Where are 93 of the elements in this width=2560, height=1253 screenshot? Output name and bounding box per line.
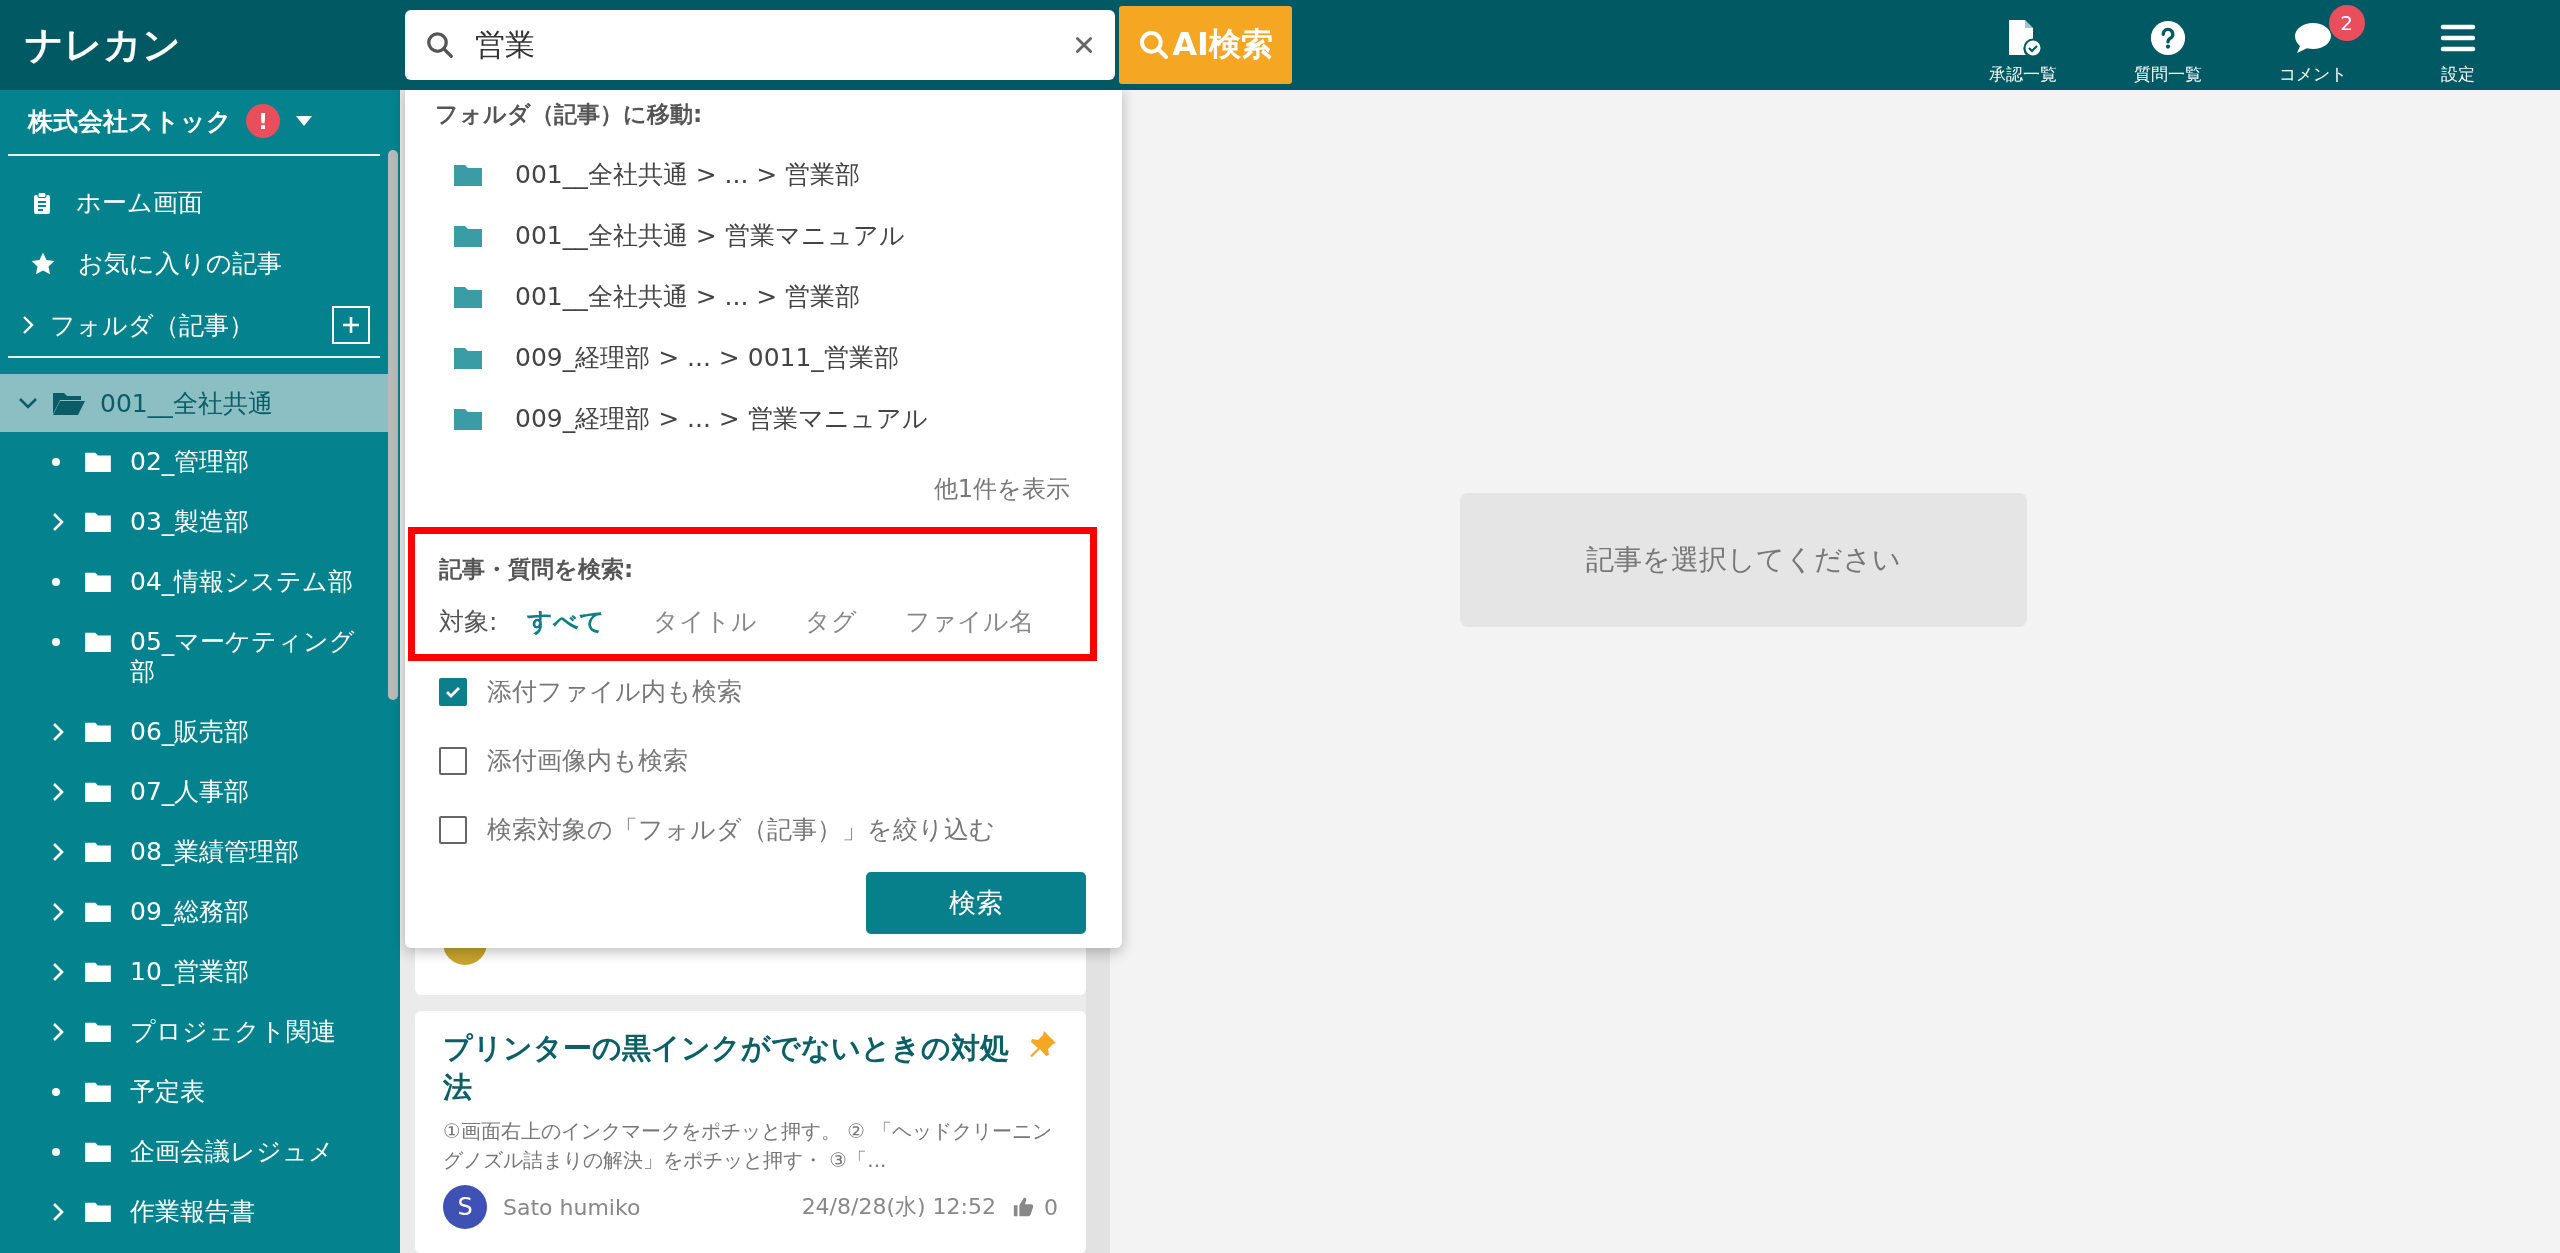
folder-result[interactable]: 009_経理部 > ... > 0011_営業部 bbox=[405, 327, 1122, 388]
folder-tree-item[interactable]: 予定表 bbox=[0, 1062, 388, 1122]
header-action[interactable]: 2 コメント bbox=[2240, 4, 2385, 86]
chevron-icon[interactable] bbox=[52, 842, 64, 862]
folder-tree-item[interactable]: 10_営業部 bbox=[0, 942, 388, 1002]
target-tab[interactable]: タイトル bbox=[653, 605, 758, 638]
folder-tree-item[interactable]: 04_情報システム部 bbox=[0, 552, 388, 612]
folder-icon bbox=[84, 721, 112, 743]
folder-icon bbox=[84, 631, 112, 653]
article-date: 24/8/28(水) 12:52 bbox=[801, 1193, 996, 1222]
target-tab[interactable]: すべて bbox=[527, 605, 606, 638]
chevron-icon[interactable] bbox=[52, 782, 64, 802]
chevron-icon[interactable] bbox=[52, 1202, 64, 1222]
folder-tree-item[interactable]: 08_業績管理部 bbox=[0, 822, 388, 882]
thumbs-up-icon[interactable] bbox=[1012, 1196, 1034, 1219]
search-button[interactable]: 検索 bbox=[866, 872, 1086, 934]
chevron-icon[interactable] bbox=[52, 902, 64, 922]
clear-icon[interactable] bbox=[1073, 34, 1095, 56]
folder-tree-item[interactable]: 06_販売部 bbox=[0, 702, 388, 762]
folder-icon bbox=[84, 571, 112, 593]
header-action[interactable]: 設定 bbox=[2385, 4, 2530, 86]
folder-tree-item[interactable]: 05_マーケティング部 bbox=[0, 612, 388, 702]
app-logo[interactable]: ナレカン bbox=[25, 22, 181, 67]
menu-icon bbox=[2439, 22, 2476, 53]
notification-badge: 2 bbox=[2328, 4, 2365, 41]
checkbox[interactable] bbox=[439, 815, 467, 844]
chevron-icon[interactable] bbox=[18, 396, 38, 410]
folder-icon bbox=[84, 781, 112, 803]
checkbox-label[interactable]: 検索対象の「フォルダ（記事）」を絞り込む bbox=[487, 813, 995, 846]
article-excerpt: ①画面右上のインクマークをポチッと押す。 ② 「ヘッドクリーニングノズル詰まりの解決」をポチッと押す・ ③「... bbox=[443, 1118, 1053, 1175]
plus-icon bbox=[341, 315, 361, 335]
folder-results-heading: フォルダ（記事）に移動: bbox=[434, 100, 704, 129]
caret-icon[interactable] bbox=[294, 115, 314, 127]
header-action[interactable]: 承認一覧 bbox=[1950, 4, 2095, 86]
search-icon bbox=[425, 30, 455, 60]
folder-icon bbox=[52, 390, 86, 416]
checkbox-label[interactable]: 添付画像内も検索 bbox=[487, 744, 688, 777]
folder-icon bbox=[453, 345, 483, 370]
folder-icon bbox=[453, 406, 483, 431]
search-field[interactable]: 営業 bbox=[405, 10, 1115, 80]
folder-icon bbox=[84, 1021, 112, 1043]
folder-icon bbox=[84, 1081, 112, 1103]
folder-tree-item[interactable]: 001__全社共通 bbox=[0, 374, 388, 432]
folder-result[interactable]: 009_経理部 > ... > 営業マニュアル bbox=[405, 388, 1122, 449]
folder-icon bbox=[84, 841, 112, 863]
folder-result[interactable]: 001__全社共通 > 営業マニュアル bbox=[405, 205, 1122, 266]
chevron-icon[interactable] bbox=[52, 512, 64, 532]
folder-icon bbox=[453, 284, 483, 309]
folder-icon bbox=[84, 961, 112, 983]
folder-icon bbox=[84, 451, 112, 473]
chevron-icon[interactable] bbox=[52, 1022, 64, 1042]
folder-result[interactable]: 001__全社共通 > ... > 営業部 bbox=[405, 144, 1122, 205]
like-count: 0 bbox=[1044, 1194, 1058, 1220]
user-avatar: S bbox=[443, 1185, 487, 1230]
folder-icon bbox=[84, 901, 112, 923]
article-title[interactable]: プリンターの黒インクがでないときの対処法 bbox=[443, 1029, 1018, 1108]
folder-icon bbox=[84, 511, 112, 533]
folder-icon bbox=[84, 1141, 112, 1163]
show-more-link[interactable]: 他1件を表示 bbox=[933, 473, 1070, 505]
alert-badge: ! bbox=[246, 104, 280, 138]
search-input[interactable]: 営業 bbox=[473, 26, 1055, 64]
search-section-heading: 記事・質問を検索: bbox=[439, 555, 635, 584]
search-icon bbox=[1138, 29, 1171, 61]
folder-tree-item[interactable]: 07_人事部 bbox=[0, 762, 388, 822]
chevron-icon[interactable] bbox=[52, 962, 64, 982]
company-name[interactable]: 株式会社ストック bbox=[28, 104, 232, 138]
folder-result[interactable]: 001__全社共通 > ... > 営業部 bbox=[405, 266, 1122, 327]
folder-tree-item[interactable]: 作業報告書 bbox=[0, 1182, 388, 1242]
scrollbar[interactable] bbox=[388, 150, 398, 700]
nav-item[interactable]: ホーム画面 bbox=[0, 172, 388, 233]
question-icon bbox=[2148, 18, 2187, 57]
folder-section-toggle[interactable]: フォルダ（記事） bbox=[22, 308, 254, 342]
add-folder-button[interactable] bbox=[332, 306, 370, 344]
checkbox-label[interactable]: 添付ファイル内も検索 bbox=[487, 675, 742, 708]
folder-icon bbox=[453, 162, 483, 187]
target-tab[interactable]: タグ bbox=[805, 605, 858, 638]
folder-tree-item[interactable]: 03_製造部 bbox=[0, 492, 388, 552]
folder-icon bbox=[453, 223, 483, 248]
folder-tree-item[interactable]: プロジェクト関連 bbox=[0, 1002, 388, 1062]
chevron-icon[interactable] bbox=[52, 722, 64, 742]
checkbox[interactable] bbox=[439, 746, 467, 775]
author-name: Sato humiko bbox=[503, 1194, 641, 1220]
empty-state-message: 記事を選択してください bbox=[1586, 542, 1901, 578]
checkbox[interactable] bbox=[439, 677, 467, 706]
header-action[interactable]: 質問一覧 bbox=[2095, 4, 2240, 86]
folder-tree-item[interactable]: 09_総務部 bbox=[0, 882, 388, 942]
nav-item[interactable]: お気に入りの記事 bbox=[0, 233, 388, 294]
folder-tree-item[interactable]: 企画会議レジュメ bbox=[0, 1122, 388, 1182]
article-card[interactable]: プリンターの黒インクがでないときの対処法 ①画面右上のインクマークをポチッと押す。 ② 「ヘッドクリーニングノズル詰まりの解決」をポチッと押す・ ③「... S Sato humiko 24/8/28(水) 12:52 0 bbox=[415, 1011, 1086, 1253]
target-tab[interactable]: ファイル名 bbox=[905, 605, 1035, 638]
folder-icon bbox=[84, 1201, 112, 1223]
target-label: 対象: bbox=[439, 606, 498, 638]
folder-tree-item[interactable]: 02_管理部 bbox=[0, 432, 388, 492]
